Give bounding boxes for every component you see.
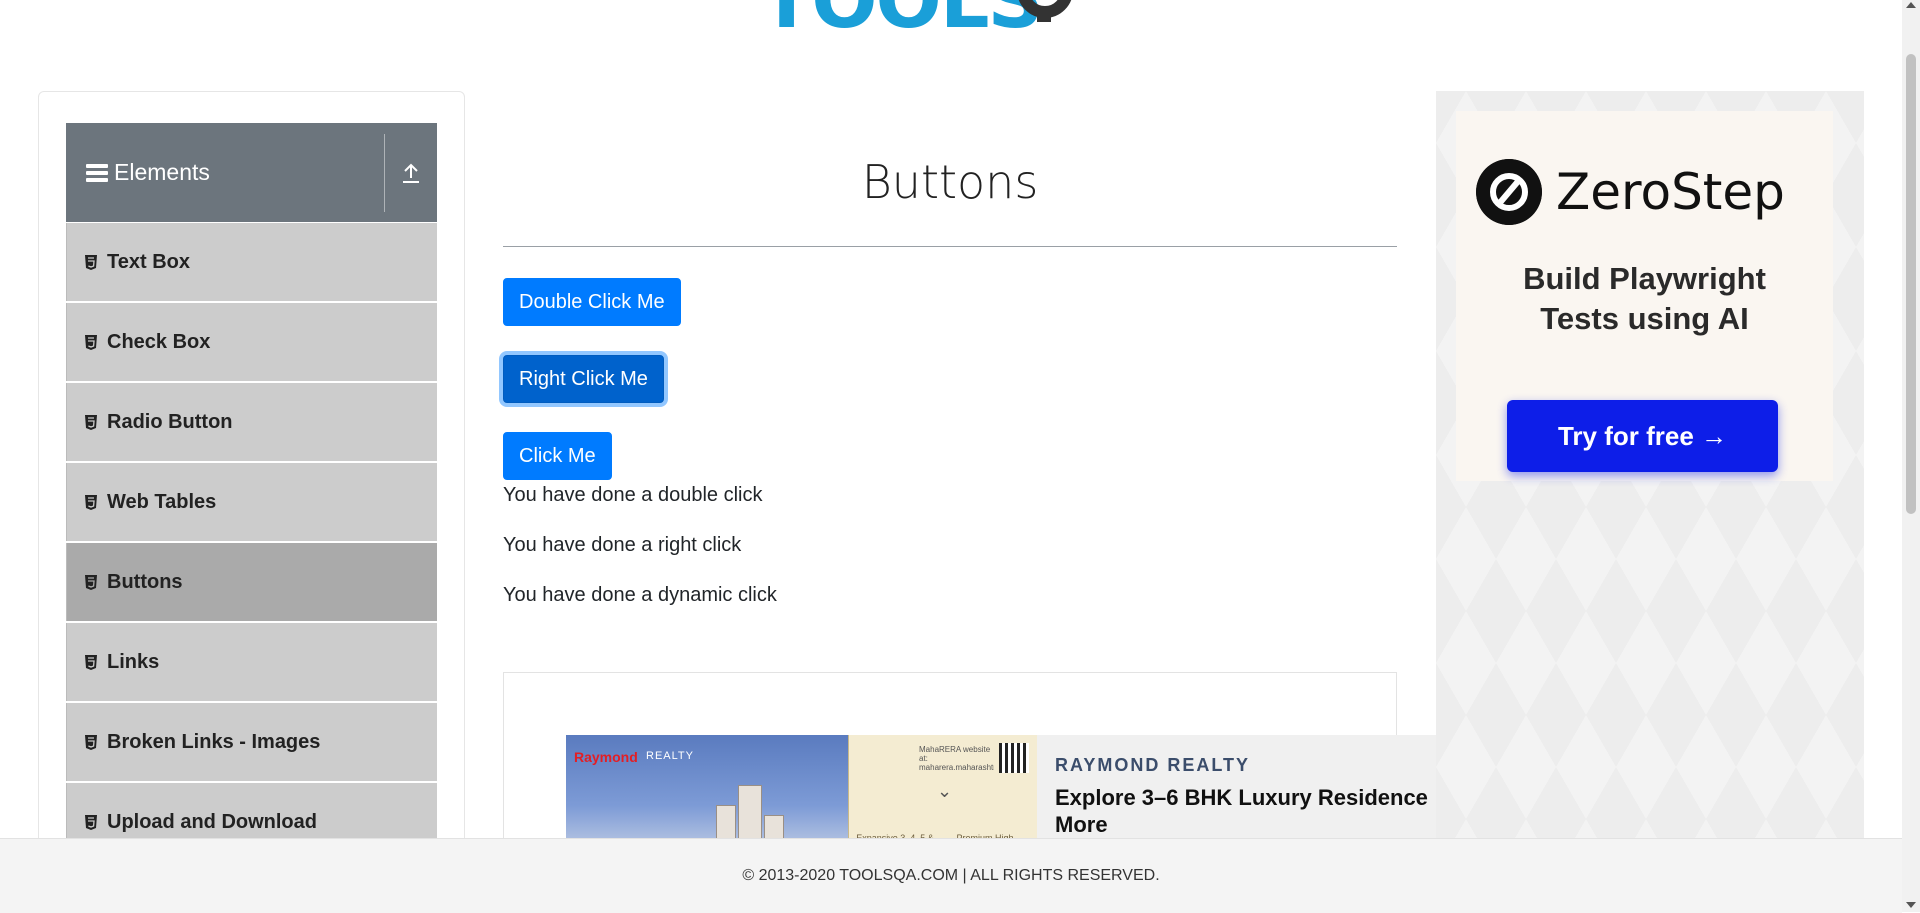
dynamic-click-message: You have done a dynamic click <box>503 584 777 606</box>
toolsqa-logo[interactable]: TOOLS <box>760 0 1160 50</box>
vertical-scrollbar[interactable] <box>1902 0 1920 912</box>
html5-icon <box>85 334 97 350</box>
ad-copy: RAYMOND REALTY Explore 3–6 BHK Luxury Re… <box>1055 755 1436 838</box>
sidebar-item-label: Text Box <box>107 250 190 273</box>
zerostep-subtitle: Build Playwright Tests using AI <box>1456 259 1833 339</box>
zerostep-subtitle-text: Build Playwright Tests using AI <box>1523 261 1766 336</box>
scroll-up-arrow-icon[interactable] <box>1906 2 1916 8</box>
html5-icon <box>85 734 97 750</box>
sidebar-item-broken-links[interactable]: Broken Links - Images <box>66 703 437 781</box>
zerostep-logo-icon <box>1476 159 1542 225</box>
html5-icon <box>85 574 97 590</box>
sidebar-item-label: Check Box <box>107 330 211 353</box>
sidebar-item-label: Radio Button <box>107 410 233 433</box>
double-click-button[interactable]: Double Click Me <box>503 278 681 326</box>
menu-icon <box>86 163 108 182</box>
sidebar-panel: Elements Text Box Check Box Radio Button… <box>38 91 465 851</box>
group-title-label: Elements <box>114 159 210 185</box>
gear-icon <box>1018 0 1072 22</box>
sidebar-item-label: Buttons <box>107 570 183 593</box>
ad-sponsor: RAYMOND REALTY <box>1055 755 1251 775</box>
scroll-thumb[interactable] <box>1906 54 1916 514</box>
scroll-down-arrow-icon[interactable] <box>1906 902 1916 908</box>
zerostep-brand: ZeroStep <box>1556 163 1785 221</box>
logo-text: TOOLS <box>760 0 1044 46</box>
sidebar-item-label: Upload and Download <box>107 810 317 833</box>
right-click-button[interactable]: Right Click Me <box>503 355 664 403</box>
html5-icon <box>85 254 97 270</box>
sidebar-item-buttons[interactable]: Buttons <box>66 543 437 621</box>
footer: © 2013-2020 TOOLSQA.COM | ALL RIGHTS RES… <box>0 838 1902 913</box>
right-click-message: You have done a right click <box>503 534 742 556</box>
html5-icon <box>85 494 97 510</box>
ad-brand-suffix: REALTY <box>646 750 694 762</box>
double-click-message: You have done a double click <box>503 484 763 506</box>
sidebar-item-label: Web Tables <box>107 490 217 513</box>
sidebar-item-web-tables[interactable]: Web Tables <box>66 463 437 541</box>
html5-icon <box>85 654 97 670</box>
html5-icon <box>85 814 97 830</box>
chevron-down-icon[interactable]: ⌄ <box>937 781 952 802</box>
sidebar-item-radio-button[interactable]: Radio Button <box>66 383 437 461</box>
upload-icon <box>403 163 419 183</box>
ad-rera-note: MahaRERA website at: maharera.maharashtr… <box>919 745 994 772</box>
collapse-button[interactable] <box>385 123 437 222</box>
title-divider <box>503 246 1397 247</box>
sidebar-menu: Text Box Check Box Radio Button Web Tabl… <box>66 223 437 850</box>
try-for-free-button[interactable]: Try for free → <box>1507 400 1778 472</box>
sidebar-item-links[interactable]: Links <box>66 623 437 701</box>
side-ad: ZeroStep Build Playwright Tests using AI… <box>1436 91 1864 912</box>
sidebar-item-text-box[interactable]: Text Box <box>66 223 437 301</box>
sidebar-item-check-box[interactable]: Check Box <box>66 303 437 381</box>
qr-code-icon <box>999 743 1029 773</box>
sidebar-item-label: Broken Links - Images <box>107 730 321 753</box>
elements-group-header[interactable]: Elements <box>66 123 437 222</box>
click-me-button[interactable]: Click Me <box>503 432 612 480</box>
zerostep-ad-card[interactable]: ZeroStep Build Playwright Tests using AI… <box>1456 111 1833 481</box>
footer-copyright: © 2013-2020 TOOLSQA.COM | ALL RIGHTS RES… <box>742 867 1160 884</box>
html5-icon <box>85 414 97 430</box>
group-title[interactable]: Elements <box>66 123 384 222</box>
sidebar-item-label: Links <box>107 650 160 673</box>
page-title: Buttons <box>861 155 1039 209</box>
ad-headline[interactable]: Explore 3–6 BHK Luxury Residence More <box>1055 784 1436 838</box>
zerostep-logo: ZeroStep <box>1476 159 1785 225</box>
ad-brand-logo: Raymond <box>574 749 638 765</box>
